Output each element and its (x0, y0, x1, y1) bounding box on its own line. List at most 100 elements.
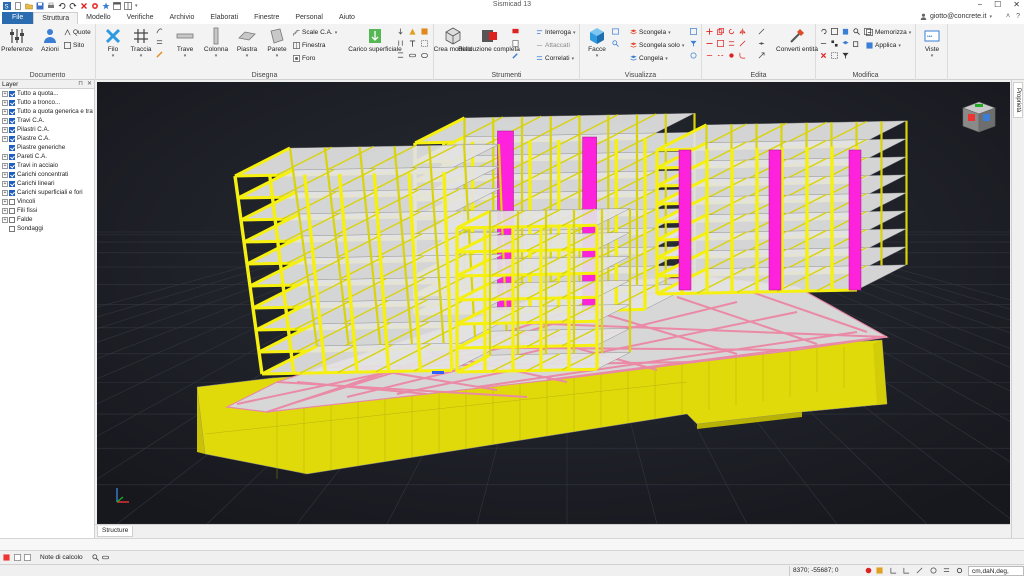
layer-visibility-checkbox[interactable] (9, 216, 15, 223)
risoluzione-completa-button[interactable]: Risoluzione completa (458, 27, 520, 53)
applica-button[interactable]: Applica ▾ (866, 41, 901, 50)
layer-visibility-checkbox[interactable] (9, 162, 15, 169)
tab-file[interactable]: File (2, 12, 34, 24)
layer-item[interactable]: + Travi C.A. (0, 116, 94, 125)
preferenze-button[interactable]: Preferenze (1, 27, 33, 53)
layer-item[interactable]: + Piastre C.A. (0, 134, 94, 143)
facce-button[interactable]: Facce ▾ (582, 27, 612, 59)
settings-status-icon[interactable] (956, 567, 963, 574)
arrow-edit-icon[interactable] (758, 52, 765, 59)
layer-item[interactable]: Piastre generiche (0, 143, 94, 152)
layer-expand-toggle[interactable]: + (2, 207, 8, 214)
filter-select-icon[interactable] (842, 52, 849, 59)
correlati-button[interactable]: Correlati ▾ (536, 54, 574, 63)
layer-expand-toggle[interactable]: + (2, 162, 8, 169)
congela-button[interactable]: Congela ▾ (630, 54, 668, 63)
tab-finestre[interactable]: Finestre (246, 12, 287, 24)
properties-tab[interactable]: Proprietà (1013, 82, 1023, 118)
layer-visibility-checkbox[interactable] (9, 153, 15, 160)
tracking-status-icon[interactable] (930, 567, 937, 574)
layer-item[interactable]: + Travi in acciaio (0, 161, 94, 170)
warning-triangle-icon[interactable] (409, 28, 416, 35)
view-filter-icon[interactable] (690, 40, 697, 47)
search-icon[interactable] (853, 28, 860, 35)
3d-viewport[interactable] (97, 82, 1010, 524)
sito-button[interactable]: Sito (64, 41, 84, 50)
load-arrows-icon[interactable] (397, 40, 404, 47)
layer-expand-toggle[interactable]: + (2, 99, 8, 106)
layer-expand-toggle[interactable]: + (2, 189, 8, 196)
mirror-icon[interactable] (739, 28, 746, 35)
maximize-icon[interactable]: ☐ (994, 0, 1001, 9)
notes-link-icon[interactable] (102, 554, 109, 561)
help-icon[interactable]: ? (1016, 13, 1020, 20)
layer-status-icon[interactable] (876, 567, 883, 574)
layer-expand-toggle[interactable]: + (2, 171, 8, 178)
brush-icon[interactable] (512, 52, 519, 59)
layer-expand-toggle[interactable]: + (2, 180, 8, 187)
view-layers-icon[interactable] (612, 28, 619, 35)
viste-button[interactable]: ••• Viste ▾ (917, 27, 947, 59)
trave-button[interactable]: Trave ▾ (170, 27, 200, 59)
parete-button[interactable]: Parete ▾ (262, 27, 292, 59)
align-tool-icon[interactable] (156, 39, 163, 46)
finestra-button[interactable]: Finestra (293, 41, 325, 50)
join-icon[interactable] (728, 52, 735, 59)
load-distributed-icon[interactable] (397, 52, 404, 59)
layer-expand-toggle[interactable]: + (2, 126, 8, 133)
traccia-button[interactable]: Traccia ▾ (126, 27, 156, 59)
notes-search-icon[interactable] (92, 554, 99, 561)
layer-item[interactable]: + Carichi concentrati (0, 170, 94, 179)
close-window-icon[interactable]: ✕ (1013, 0, 1020, 9)
layer-item[interactable]: + Tutto a quota generica e tra (0, 107, 94, 116)
layer-visibility-checkbox[interactable] (9, 180, 15, 187)
section-tool-icon[interactable] (421, 28, 428, 35)
text-tool-icon[interactable] (409, 40, 416, 47)
snap-status-icon[interactable] (865, 567, 872, 574)
layer-item[interactable]: + Fili fissi (0, 206, 94, 215)
view-extra-icon[interactable] (690, 52, 697, 59)
piastra-button[interactable]: Piastra ▾ (232, 27, 262, 59)
layer-expand-toggle[interactable]: + (2, 198, 8, 205)
layer-expand-toggle[interactable]: + (2, 135, 8, 142)
minimize-icon[interactable]: − (977, 0, 982, 9)
layer-item[interactable]: + Carichi lineari (0, 179, 94, 188)
selection-set-icon[interactable] (831, 52, 838, 59)
copy-icon[interactable] (717, 28, 724, 35)
scongela-button[interactable]: Scongela ▾ (630, 28, 671, 37)
duplicate-icon[interactable] (853, 40, 860, 47)
layer-expand-toggle[interactable]: + (2, 117, 8, 124)
trim-icon[interactable] (739, 40, 746, 47)
view-options-icon[interactable] (690, 28, 697, 35)
tab-personal[interactable]: Personal (287, 12, 331, 24)
node-edit-icon[interactable] (758, 40, 765, 47)
selected-element[interactable] (432, 371, 444, 374)
match-icon[interactable] (820, 40, 827, 47)
move-icon[interactable] (706, 28, 713, 35)
polar-status-icon[interactable] (916, 567, 923, 574)
layer-visibility-checkbox[interactable] (9, 90, 15, 97)
converti-entita-button[interactable]: Converti entità (776, 27, 818, 53)
units-display[interactable]: cm,daN,deg,°C,s (968, 566, 1024, 576)
scale-icon[interactable] (717, 40, 724, 47)
extend-icon[interactable] (706, 52, 713, 59)
pencil-tool-icon[interactable] (156, 51, 163, 58)
layer-expand-toggle[interactable]: + (2, 153, 8, 160)
group-icon[interactable] (831, 40, 838, 47)
layer-item[interactable]: + Vincoli (0, 197, 94, 206)
layer-visibility-checkbox[interactable] (9, 144, 15, 151)
layer-item[interactable]: + Pareti C.A. (0, 152, 94, 161)
layer-visibility-checkbox[interactable] (9, 135, 15, 142)
memorizza-button[interactable]: Memorizza ▾ (866, 28, 911, 37)
layer-item[interactable]: + Falde (0, 215, 94, 224)
select-box-icon[interactable] (831, 28, 838, 35)
foro-button[interactable]: Foro (293, 54, 315, 63)
attaccati-button[interactable]: Attaccati (536, 41, 570, 50)
stretch-icon[interactable] (706, 40, 713, 47)
link-tool-icon[interactable] (409, 52, 416, 59)
tab-struttura[interactable]: Struttura (33, 12, 79, 24)
notes-list-icon[interactable] (14, 554, 21, 561)
filo-button[interactable]: Filo ▾ (98, 27, 128, 59)
notes-label[interactable]: Note di calcolo (40, 554, 83, 561)
layer-visibility-checkbox[interactable] (9, 207, 15, 214)
